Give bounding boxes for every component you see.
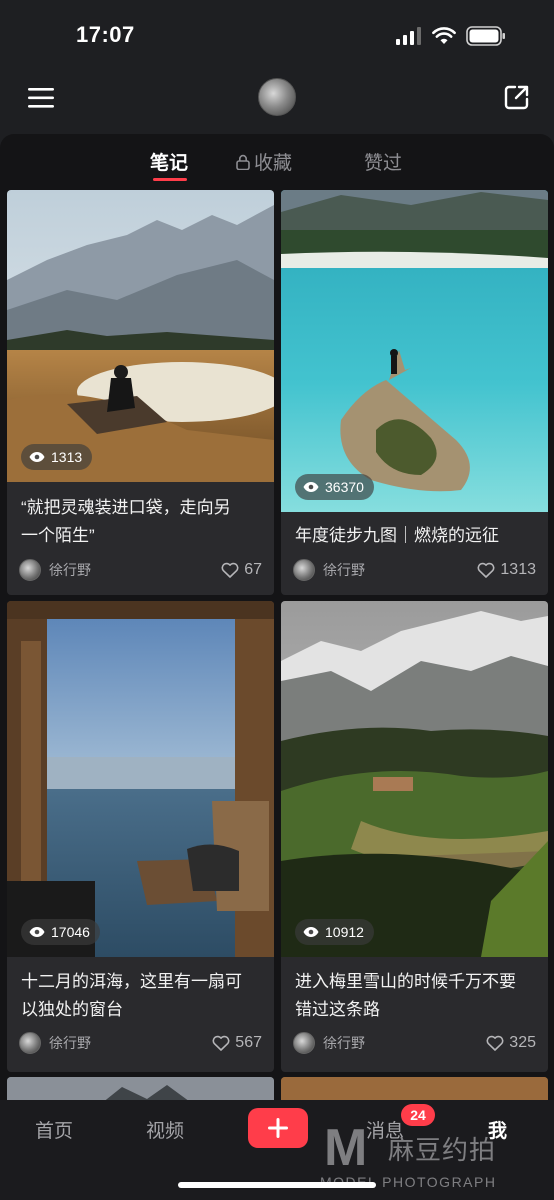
note-card[interactable]: 36370 年度徒步九图｜燃烧的远征 徐行野 1313 [281, 190, 548, 595]
like-button[interactable]: 325 [486, 1034, 536, 1052]
note-cover-image [7, 1077, 274, 1100]
tab-notes[interactable]: 笔记 [150, 148, 188, 175]
view-count-value: 1313 [51, 449, 83, 465]
share-icon[interactable] [504, 84, 530, 110]
create-post-button[interactable] [248, 1108, 308, 1148]
view-count-value: 10912 [325, 924, 364, 940]
author-avatar [19, 559, 41, 581]
author-name: 徐行野 [49, 562, 91, 578]
heart-icon [486, 1035, 504, 1051]
author-avatar [293, 559, 315, 581]
like-button[interactable]: 567 [212, 1034, 262, 1052]
note-title-line: “就把灵魂装进口袋，走向另 [21, 498, 231, 517]
note-title-line: 进入梅里雪山的时候千万不要 [295, 972, 516, 991]
note-cover-image [281, 601, 548, 957]
note-title-line: 十二月的洱海，这里有一扇可 [21, 972, 242, 991]
note-cover-image [7, 190, 274, 482]
nav-home[interactable]: 首页 [35, 1116, 73, 1143]
like-count: 325 [509, 1034, 536, 1051]
status-time: 17:07 [76, 22, 135, 47]
like-count: 567 [235, 1034, 262, 1051]
eye-icon [29, 927, 45, 937]
content-panel: 笔记 收藏 赞过 1313 “就把灵魂装进口袋，走向另 一个陌生” 徐行野 67… [0, 134, 554, 1100]
note-title-line: 一个陌生” [21, 526, 95, 545]
note-title-line: 错过这条路 [295, 1000, 380, 1019]
note-cover-image [7, 601, 274, 957]
note-card[interactable] [281, 1077, 548, 1100]
heart-icon [221, 562, 239, 578]
nav-video[interactable]: 视频 [146, 1116, 184, 1143]
note-title-line: 以独处的窗台 [21, 1000, 123, 1019]
note-card[interactable]: 17046 十二月的洱海，这里有一扇可 以独处的窗台 徐行野 567 [7, 601, 274, 1072]
battery-icon [466, 26, 505, 46]
plus-icon [268, 1118, 288, 1138]
author-avatar [293, 1032, 315, 1054]
note-cover-image [281, 1077, 548, 1100]
status-bar: 17:07 [0, 0, 554, 72]
view-count: 10912 [295, 919, 374, 945]
view-count: 36370 [295, 474, 374, 500]
profile-tabs: 笔记 收藏 赞过 [0, 134, 554, 188]
like-button[interactable]: 1313 [477, 561, 536, 579]
like-button[interactable]: 67 [221, 561, 262, 579]
like-count: 67 [244, 561, 262, 578]
author-name: 徐行野 [323, 562, 365, 578]
home-indicator [178, 1182, 376, 1188]
tab-liked[interactable]: 赞过 [364, 148, 402, 175]
watermark-letter: M [324, 1119, 368, 1177]
eye-icon [303, 482, 319, 492]
view-count: 1313 [21, 444, 93, 470]
author-name: 徐行野 [49, 1035, 91, 1051]
note-title: 进入梅里雪山的时候千万不要 错过这条路 [295, 968, 536, 1024]
view-count-value: 36370 [325, 479, 364, 495]
view-count-value: 17046 [51, 924, 90, 940]
menu-icon[interactable] [28, 86, 56, 110]
top-nav [0, 72, 554, 128]
heart-icon [477, 562, 495, 578]
note-card[interactable] [7, 1077, 274, 1100]
note-title: 十二月的洱海，这里有一扇可 以独处的窗台 [21, 968, 262, 1024]
note-meta: 徐行野 567 [19, 1031, 262, 1055]
eye-icon [29, 452, 45, 462]
wifi-icon [432, 27, 456, 44]
note-meta: 徐行野 1313 [293, 558, 536, 582]
lock-icon [236, 154, 250, 170]
note-title-line: 年度徒步九图｜燃烧的远征 [295, 526, 499, 545]
tab-favorites[interactable]: 收藏 [236, 148, 292, 175]
note-meta: 徐行野 325 [293, 1031, 536, 1055]
like-count: 1313 [500, 561, 536, 578]
watermark-cn: 麻豆约拍 [388, 1135, 497, 1165]
note-cover-image [281, 190, 548, 512]
note-card[interactable]: 1313 “就把灵魂装进口袋，走向另 一个陌生” 徐行野 67 [7, 190, 274, 595]
signal-icon [396, 27, 421, 45]
eye-icon [303, 927, 319, 937]
active-tab-indicator [153, 178, 187, 181]
tab-favorites-label: 收藏 [254, 153, 293, 174]
note-meta: 徐行野 67 [19, 558, 262, 582]
profile-avatar[interactable] [258, 78, 296, 116]
note-title: “就把灵魂装进口袋，走向另 一个陌生” [21, 494, 262, 550]
note-card[interactable]: 10912 进入梅里雪山的时候千万不要 错过这条路 徐行野 325 [281, 601, 548, 1072]
heart-icon [212, 1035, 230, 1051]
view-count: 17046 [21, 919, 100, 945]
note-title: 年度徒步九图｜燃烧的远征 [295, 522, 536, 550]
author-avatar [19, 1032, 41, 1054]
status-icons [396, 26, 506, 46]
author-name: 徐行野 [323, 1035, 365, 1051]
